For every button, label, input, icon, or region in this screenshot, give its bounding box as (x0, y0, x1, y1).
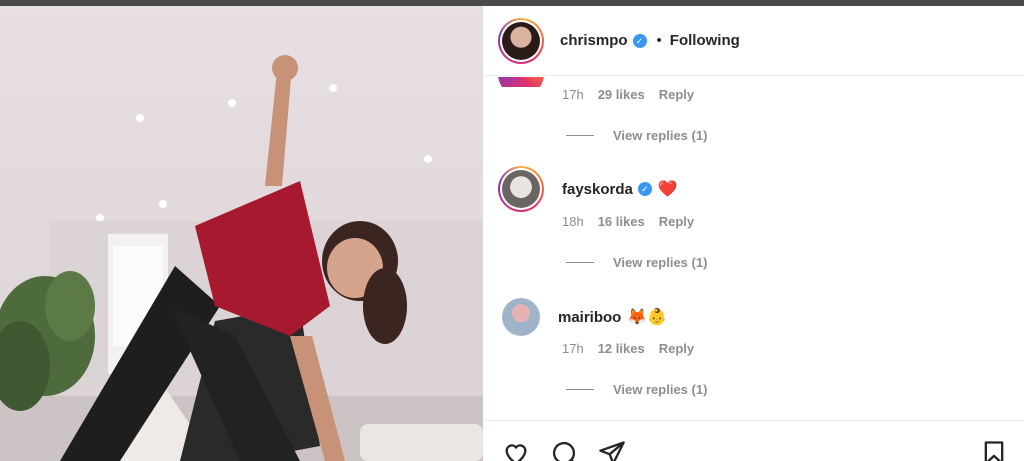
previous-commenter-avatar[interactable] (498, 77, 544, 87)
post-actions-bar (483, 420, 1024, 461)
view-replies-button[interactable]: View replies (1) (566, 128, 707, 143)
comment-icon[interactable] (550, 439, 578, 461)
verified-badge-icon: ✓ (637, 182, 652, 196)
following-button[interactable]: Following (670, 32, 740, 49)
reply-button[interactable]: Reply (659, 87, 694, 102)
replies-line (566, 135, 594, 136)
replies-line (566, 262, 594, 263)
comment-likes[interactable]: 12 likes (598, 341, 645, 356)
view-replies-label: View replies (1) (613, 382, 708, 397)
comment-item: mairiboo 🦊👶 (483, 298, 667, 336)
comment-text: 🦊👶 (627, 309, 668, 326)
commenter-avatar[interactable] (498, 166, 544, 212)
comment-meta: 18h 16 likes Reply (562, 214, 694, 229)
share-icon[interactable] (598, 439, 626, 461)
comment-time[interactable]: 18h (562, 214, 584, 229)
yoga-photo-illustration (0, 55, 483, 461)
comment-item: fayskorda ✓ ❤️ (483, 166, 678, 212)
verified-badge-icon: ✓ (632, 33, 647, 48)
comments-list[interactable]: 17h 29 likes Reply View replies (1) fays… (483, 77, 1024, 422)
commenter-username[interactable]: mairiboo (558, 309, 621, 326)
view-replies-button[interactable]: View replies (1) (566, 382, 707, 397)
bookmark-icon[interactable] (980, 439, 1008, 461)
comment-time[interactable]: 17h (562, 341, 584, 356)
comment-meta: 17h 12 likes Reply (562, 341, 694, 356)
heart-icon[interactable] (502, 439, 530, 461)
post-photo[interactable] (0, 6, 483, 461)
comment-likes[interactable]: 16 likes (598, 214, 645, 229)
author-avatar[interactable] (498, 17, 544, 64)
reply-button[interactable]: Reply (659, 214, 694, 229)
view-replies-label: View replies (1) (613, 128, 708, 143)
comment-meta: 17h 29 likes Reply (562, 87, 694, 102)
separator-dot: • (656, 32, 662, 49)
comment-time[interactable]: 17h (562, 87, 584, 102)
view-replies-button[interactable]: View replies (1) (566, 255, 707, 270)
replies-line (566, 389, 594, 390)
commenter-avatar[interactable] (502, 298, 540, 336)
reply-button[interactable]: Reply (659, 341, 694, 356)
comment-likes[interactable]: 29 likes (598, 87, 645, 102)
author-username[interactable]: chrismpo (560, 32, 628, 49)
post-header: chrismpo ✓ • Following (483, 6, 1024, 76)
commenter-username[interactable]: fayskorda (562, 181, 633, 198)
comments-panel: chrismpo ✓ • Following 17h 29 likes Repl… (483, 6, 1024, 461)
view-replies-label: View replies (1) (613, 255, 708, 270)
comment-text: ❤️ (657, 181, 678, 198)
